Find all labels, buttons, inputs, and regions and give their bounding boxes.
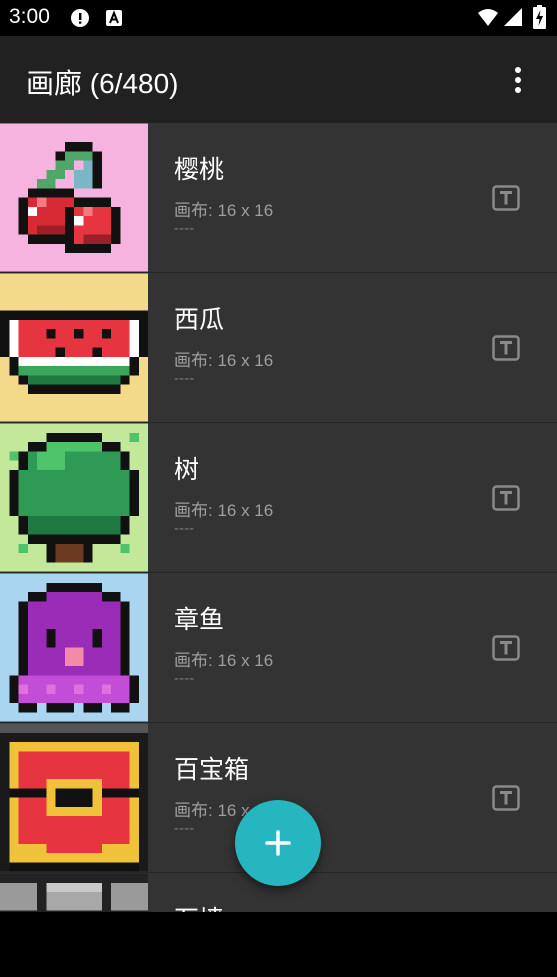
item-title: 樱桃 <box>174 155 225 184</box>
app-bar: 画廊 (6/480) <box>0 36 557 123</box>
item-title: 树 <box>174 455 200 484</box>
status-bar: 3:00 <box>0 0 557 36</box>
text-format-icon[interactable] <box>492 635 520 661</box>
status-time: 3:00 <box>9 5 50 28</box>
gallery-list: 樱桃 画布: 16 x 16 ---- 西瓜 画布: 16 x 16 ---- <box>0 123 557 912</box>
alert-icon <box>71 9 89 27</box>
tree-thumbnail <box>0 423 148 572</box>
cherry-thumbnail <box>0 123 148 272</box>
item-info: ---- <box>174 521 195 537</box>
text-format-icon[interactable] <box>492 335 520 361</box>
add-button[interactable] <box>235 800 321 886</box>
plus-icon <box>265 830 291 856</box>
list-item[interactable]: 章鱼 画布: 16 x 16 ---- <box>0 573 557 724</box>
treasure-chest-thumbnail <box>0 723 148 872</box>
item-info: ---- <box>174 371 195 387</box>
stone-wall-thumbnail <box>0 873 148 912</box>
watermelon-thumbnail <box>0 273 148 422</box>
item-canvas-size: 画布: 16 x 16 <box>174 351 274 370</box>
text-format-icon[interactable] <box>492 185 520 211</box>
list-item[interactable]: 西瓜 画布: 16 x 16 ---- <box>0 273 557 424</box>
overflow-menu-icon[interactable] <box>513 67 523 95</box>
signal-icon <box>504 8 522 26</box>
text-format-icon[interactable] <box>492 785 520 811</box>
text-format-icon[interactable] <box>492 485 520 511</box>
list-item[interactable]: 树 画布: 16 x 16 ---- <box>0 423 557 574</box>
item-canvas-size: 画布: 16 x 16 <box>174 651 274 670</box>
app-notification-icon <box>106 10 122 26</box>
item-title: 石墙 <box>174 900 224 912</box>
item-info: ---- <box>174 821 195 837</box>
battery-charging-icon <box>533 5 546 29</box>
item-title: 章鱼 <box>174 605 225 634</box>
list-item[interactable]: 樱桃 画布: 16 x 16 ---- <box>0 123 557 274</box>
item-title: 百宝箱 <box>174 755 250 784</box>
navigation-bar <box>0 912 557 977</box>
octopus-thumbnail <box>0 573 148 722</box>
page-title: 画廊 (6/480) <box>26 68 179 99</box>
item-canvas-size: 画布: 16 x 16 <box>174 201 274 220</box>
wifi-icon <box>478 9 498 26</box>
item-title: 西瓜 <box>174 305 225 334</box>
item-info: ---- <box>174 221 195 237</box>
item-info: ---- <box>174 671 195 687</box>
item-canvas-size: 画布: 16 x 16 <box>174 501 274 520</box>
